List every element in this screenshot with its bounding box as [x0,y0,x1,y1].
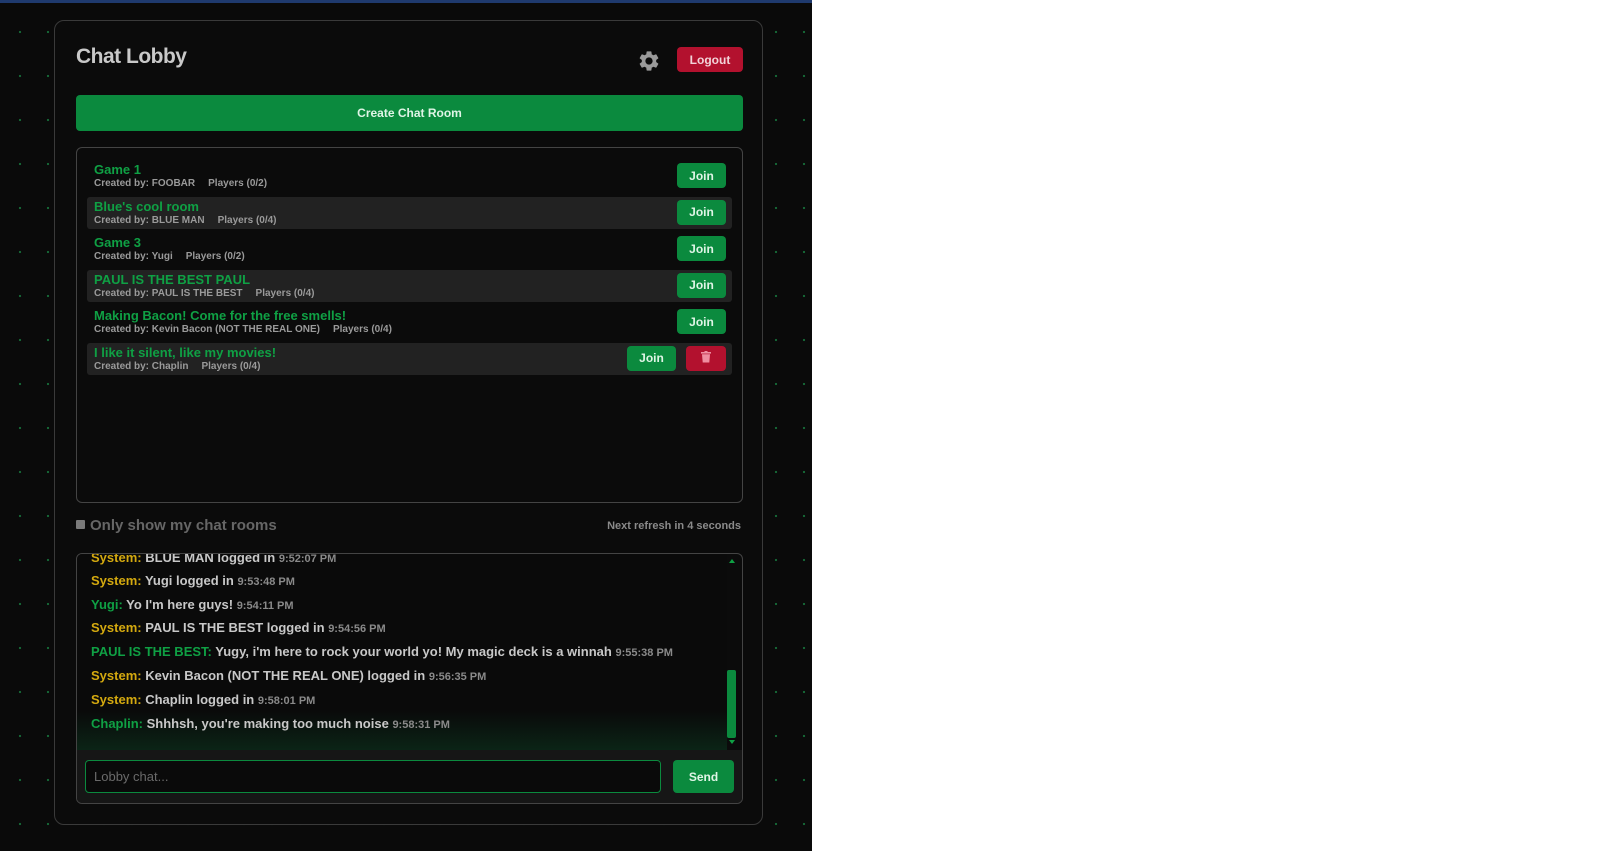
send-button[interactable]: Send [673,760,734,793]
chat-messages: System: BLUE MAN logged in 9:52:07 PM Sy… [77,554,727,750]
room-meta: Created by: Yugi Players (0/2) [94,251,245,262]
message-text: Chaplin logged in [145,692,255,707]
room-item: Game 3 Created by: Yugi Players (0/2) Joi… [87,233,732,265]
join-room-button[interactable]: Join [677,309,726,335]
filter-row: Only show my chat rooms [76,517,277,534]
message-sender: System: [91,554,142,565]
message-text: Yo I'm here guys! [126,597,234,612]
join-room-button[interactable]: Join [677,236,726,262]
room-creator: Created by: PAUL IS THE BEST [94,287,243,299]
logout-button[interactable]: Logout [677,47,743,72]
message-sender: PAUL IS THE BEST: [91,644,212,659]
message-sender: System: [91,573,142,588]
lobby-chat-input[interactable] [85,760,661,793]
message-time: 9:54:11 PM [236,600,294,612]
chat-message: System: BLUE MAN logged in 9:52:07 PM [91,554,336,565]
message-text: BLUE MAN logged in [145,554,276,565]
message-time: 9:56:35 PM [428,671,487,683]
message-text: Yugy, i'm here to rock your world yo! My… [215,644,612,659]
room-item: Game 1 Created by: FOOBAR Players (0/2) J… [87,160,732,192]
room-item: I like it silent, like my movies! Create… [87,342,732,375]
room-players: Players (0/4) [217,214,277,226]
message-sender: Chaplin: [91,716,143,731]
chat-message: System: Yugi logged in 9:53:48 PM [91,573,295,588]
gear-icon[interactable] [637,49,661,73]
scroll-up-arrow-icon[interactable] [729,559,735,563]
room-name: Making Bacon! Come for the free smells! [94,308,347,324]
room-item: Making Bacon! Come for the free smells! … [87,306,732,338]
room-meta: Created by: Chaplin Players (0/4) [94,361,260,372]
room-meta: Created by: Kevin Bacon (NOT THE REAL ON… [94,324,392,335]
scrollbar-thumb[interactable] [727,670,736,738]
message-text: Yugi logged in [144,573,234,588]
room-creator: Created by: Kevin Bacon (NOT THE REAL ON… [94,324,320,336]
message-time: 9:58:31 PM [392,719,450,731]
message-text: Kevin Bacon (NOT THE REAL ONE) logged in [145,668,426,683]
delete-room-button[interactable] [686,345,726,371]
chat-message: System: Kevin Bacon (NOT THE REAL ONE) l… [91,668,486,683]
browser-top-strip [0,0,812,3]
message-sender: System: [91,668,142,683]
page-title: Chat Lobby [76,45,187,68]
room-creator: Created by: Chaplin [94,360,189,372]
room-players: Players (0/4) [255,287,315,299]
only-my-rooms-checkbox[interactable] [76,520,85,529]
join-room-button[interactable]: Join [677,272,726,298]
message-time: 9:53:48 PM [237,576,295,588]
room-players: Players (0/2) [185,251,245,263]
create-chat-room-button[interactable]: Create Chat Room [76,95,743,131]
room-meta: Created by: BLUE MAN Players (0/4) [94,215,277,226]
join-room-button[interactable]: Join [627,345,676,371]
room-list: Game 1 Created by: FOOBAR Players (0/2) J… [76,147,743,503]
lobby-chat: System: BLUE MAN logged in 9:52:07 PM Sy… [76,553,743,804]
message-time: 9:55:38 PM [615,647,673,659]
room-creator: Created by: FOOBAR [94,178,196,189]
chat-message: System: PAUL IS THE BEST logged in 9:54:… [91,620,386,635]
room-players: Players (0/2) [208,178,268,189]
only-my-rooms-label[interactable]: Only show my chat rooms [90,517,277,534]
room-creator: Created by: Yugi [94,251,173,263]
room-meta: Created by: PAUL IS THE BEST Players (0/4… [94,288,314,299]
room-name: I like it silent, like my movies! [94,344,277,360]
chat-message: Yugi: Yo I'm here guys! 9:54:11 PM [91,597,294,612]
room-item: Blue's cool room Created by: BLUE MAN Pla… [87,196,732,229]
join-room-button[interactable]: Join [677,163,726,188]
room-item: PAUL IS THE BEST PAUL Created by: PAUL I… [87,269,732,302]
room-name: PAUL IS THE BEST PAUL [94,271,251,287]
trash-icon [701,350,711,363]
room-players: Players (0/4) [201,360,261,372]
message-sender: System: [91,692,142,707]
room-creator: Created by: BLUE MAN [94,214,205,226]
chat-scrollbar[interactable] [727,554,742,750]
chat-input-bar: Send [77,750,742,803]
message-time: 9:58:01 PM [257,695,316,707]
room-players: Players (0/4) [332,324,392,336]
chat-message: Chaplin: Shhhsh, you're making too much … [91,716,450,731]
room-name: Game 1 [94,162,141,177]
message-time: 9:52:07 PM [278,554,337,565]
message-sender: System: [91,620,142,635]
join-room-button[interactable]: Join [677,199,726,225]
message-sender: Yugi: [91,597,123,612]
chat-message: PAUL IS THE BEST: Yugy, i'm here to rock… [91,644,673,659]
lobby-panel: Chat Lobby Logout Create Chat Room Game … [54,20,763,825]
scroll-down-arrow-icon[interactable] [729,740,735,744]
refresh-countdown: Next refresh in 4 seconds [607,520,741,532]
chat-message: System: Chaplin logged in 9:58:01 PM [91,692,315,707]
message-text: PAUL IS THE BEST logged in [145,620,325,635]
room-name: Blue's cool room [94,198,199,214]
message-text: Shhhsh, you're making too much noise [146,716,389,731]
room-name: Game 3 [94,235,141,251]
message-time: 9:54:56 PM [328,623,386,635]
room-meta: Created by: FOOBAR Players (0/2) [94,178,267,189]
